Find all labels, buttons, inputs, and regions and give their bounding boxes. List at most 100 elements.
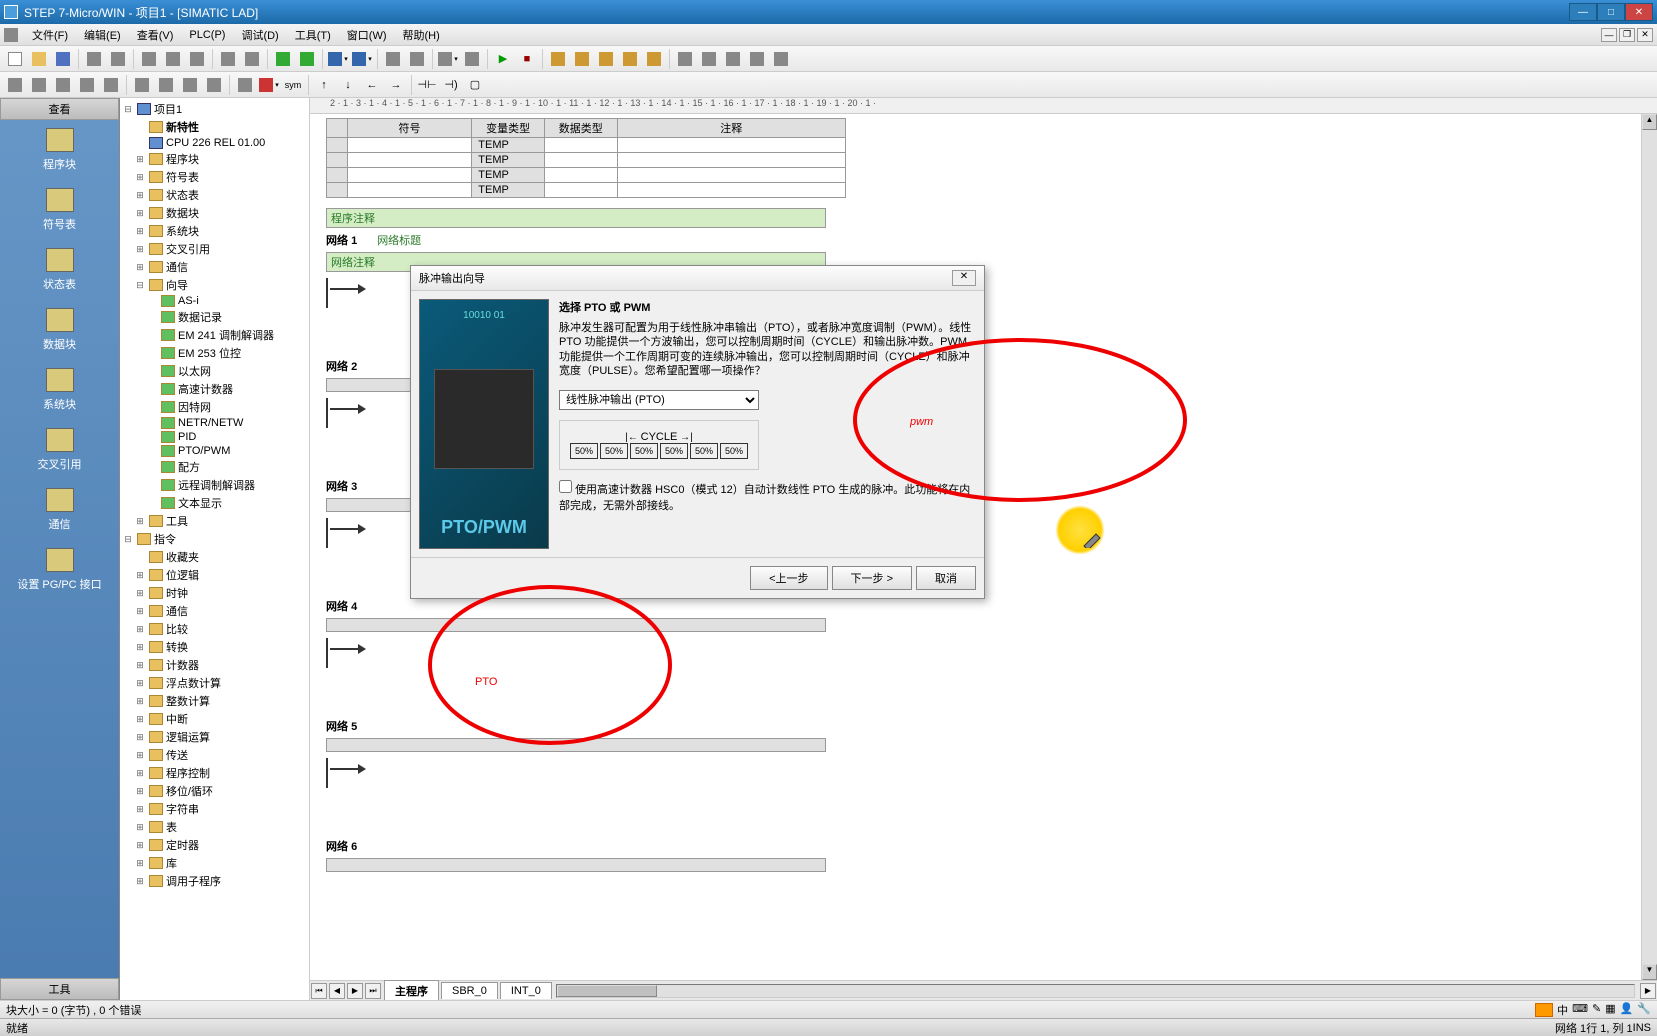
nav-symboltable[interactable]: 符号表 [0,180,119,240]
monitor-button-5[interactable] [643,48,665,70]
tree-comm2[interactable]: ⊞通信 [122,602,307,620]
lad-btn-6[interactable] [131,74,153,96]
tree-root[interactable]: ⊟项目1 [122,100,307,118]
force-button-3[interactable] [722,48,744,70]
lad-btn-1[interactable] [4,74,26,96]
tree-tools[interactable]: ⊞工具 [122,512,307,530]
contact-button[interactable]: ⊣⊢ [416,74,438,96]
nav-footer[interactable]: 工具 [0,978,119,1000]
variable-table[interactable]: 符号变量类型数据类型注释 TEMP TEMP TEMP TEMP [326,118,1641,198]
lad-btn-4[interactable] [76,74,98,96]
tree-compare[interactable]: ⊞比较 [122,620,307,638]
tree-crossref[interactable]: ⊞交叉引用 [122,240,307,258]
cancel-button[interactable]: 取消 [916,566,976,590]
tray-icon-3[interactable]: ✎ [1592,1002,1601,1018]
scroll-down-button[interactable]: ▼ [1642,964,1657,980]
tree-clock[interactable]: ⊞时钟 [122,584,307,602]
tree-ethernet[interactable]: 以太网 [122,362,307,380]
tree-netr[interactable]: NETR/NETW [122,416,307,430]
nav-up-button[interactable]: ↑ [313,74,335,96]
compile-all-button[interactable] [296,48,318,70]
lad-sym-btn[interactable]: sym [282,74,304,96]
lad-btn-9[interactable] [203,74,225,96]
tree-pid[interactable]: PID [122,430,307,444]
tray-icon-1[interactable]: 中 [1557,1002,1568,1018]
tree-remotemodem[interactable]: 远程调制解调器 [122,476,307,494]
menu-file[interactable]: 文件(F) [24,25,76,45]
tree-table[interactable]: ⊞表 [122,818,307,836]
monitor-button-4[interactable] [619,48,641,70]
lad-btn-11[interactable] [258,74,280,96]
nav-statustable[interactable]: 状态表 [0,240,119,300]
tool-button-2[interactable] [461,48,483,70]
hsc-checkbox-row[interactable]: 使用高速计数器 HSC0（模式 12）自动计数线性 PTO 生成的脉冲。此功能将… [559,480,976,513]
menu-window[interactable]: 窗口(W) [339,25,395,45]
tree-convert[interactable]: ⊞转换 [122,638,307,656]
tree-datablock[interactable]: ⊞数据块 [122,204,307,222]
new-button[interactable] [4,48,26,70]
upload-button[interactable] [327,48,349,70]
save-button[interactable] [52,48,74,70]
tree-progctrl[interactable]: ⊞程序控制 [122,764,307,782]
tray-icon-2[interactable]: ⌨ [1572,1002,1588,1018]
tree-textdisplay[interactable]: 文本显示 [122,494,307,512]
tree-counter[interactable]: ⊞计数器 [122,656,307,674]
cut-button[interactable] [138,48,160,70]
tree-lib[interactable]: ⊞库 [122,854,307,872]
download-button[interactable] [351,48,373,70]
force-button-1[interactable] [674,48,696,70]
delete-network-button[interactable] [406,48,428,70]
ime-icon[interactable] [1535,1003,1553,1017]
vertical-scrollbar[interactable]: ▲ ▼ [1641,114,1657,980]
redo-button[interactable] [241,48,263,70]
paste-button[interactable] [186,48,208,70]
tree-hsc[interactable]: 高速计数器 [122,380,307,398]
tree-symboltable[interactable]: ⊞符号表 [122,168,307,186]
lad-btn-2[interactable] [28,74,50,96]
nav-programblock[interactable]: 程序块 [0,120,119,180]
nav-left-button[interactable]: ← [361,74,383,96]
program-comment[interactable]: 程序注释 [326,208,826,228]
tree-transfer[interactable]: ⊞传送 [122,746,307,764]
tree-asi[interactable]: AS-i [122,294,307,308]
tree-cpu[interactable]: CPU 226 REL 01.00 [122,136,307,150]
nav-systemblock[interactable]: 系统块 [0,360,119,420]
dialog-close-button[interactable]: ✕ [952,270,976,286]
tree-floatmath[interactable]: ⊞浮点数计算 [122,674,307,692]
nav-datablock[interactable]: 数据块 [0,300,119,360]
network-5[interactable]: 网络 5 [326,718,1641,788]
undo-button[interactable] [217,48,239,70]
tab-prev-button[interactable]: ◀ [329,983,345,999]
nav-down-button[interactable]: ↓ [337,74,359,96]
force-button-2[interactable] [698,48,720,70]
tab-next-button[interactable]: ▶ [347,983,363,999]
tab-last-button[interactable]: ⏭ [365,983,381,999]
tray-icon-5[interactable]: 👤 [1620,1002,1634,1018]
tab-first-button[interactable]: ⏮ [311,983,327,999]
print-button[interactable] [83,48,105,70]
tree-wizard[interactable]: ⊟向导 [122,276,307,294]
lad-btn-3[interactable] [52,74,74,96]
network-6[interactable]: 网络 6 [326,838,1641,872]
menu-view[interactable]: 查看(V) [129,25,182,45]
scroll-up-button[interactable]: ▲ [1642,114,1657,130]
copy-button[interactable] [162,48,184,70]
lad-btn-5[interactable] [100,74,122,96]
hsc-checkbox[interactable] [559,480,572,493]
tree-newfeature[interactable]: 新特性 [122,118,307,136]
close-button[interactable]: ✕ [1625,3,1653,21]
network-4[interactable]: 网络 4 [326,598,1641,668]
tree-callsub[interactable]: ⊞调用子程序 [122,872,307,890]
tray-icon-4[interactable]: ▦ [1605,1002,1615,1018]
menu-tools[interactable]: 工具(T) [287,25,339,45]
tree-bitlogic[interactable]: ⊞位逻辑 [122,566,307,584]
project-tree[interactable]: ⊟项目1 新特性 CPU 226 REL 01.00 ⊞程序块 ⊞符号表 ⊞状态… [120,98,310,1000]
monitor-button-3[interactable] [595,48,617,70]
tree-string[interactable]: ⊞字符串 [122,800,307,818]
next-button[interactable]: 下一步 > [832,566,912,590]
monitor-button-1[interactable] [547,48,569,70]
menu-debug[interactable]: 调试(D) [233,25,286,45]
force-button-5[interactable] [770,48,792,70]
tree-shiftrot[interactable]: ⊞移位/循环 [122,782,307,800]
pto-pwm-select[interactable]: 线性脉冲输出 (PTO) [559,390,759,410]
